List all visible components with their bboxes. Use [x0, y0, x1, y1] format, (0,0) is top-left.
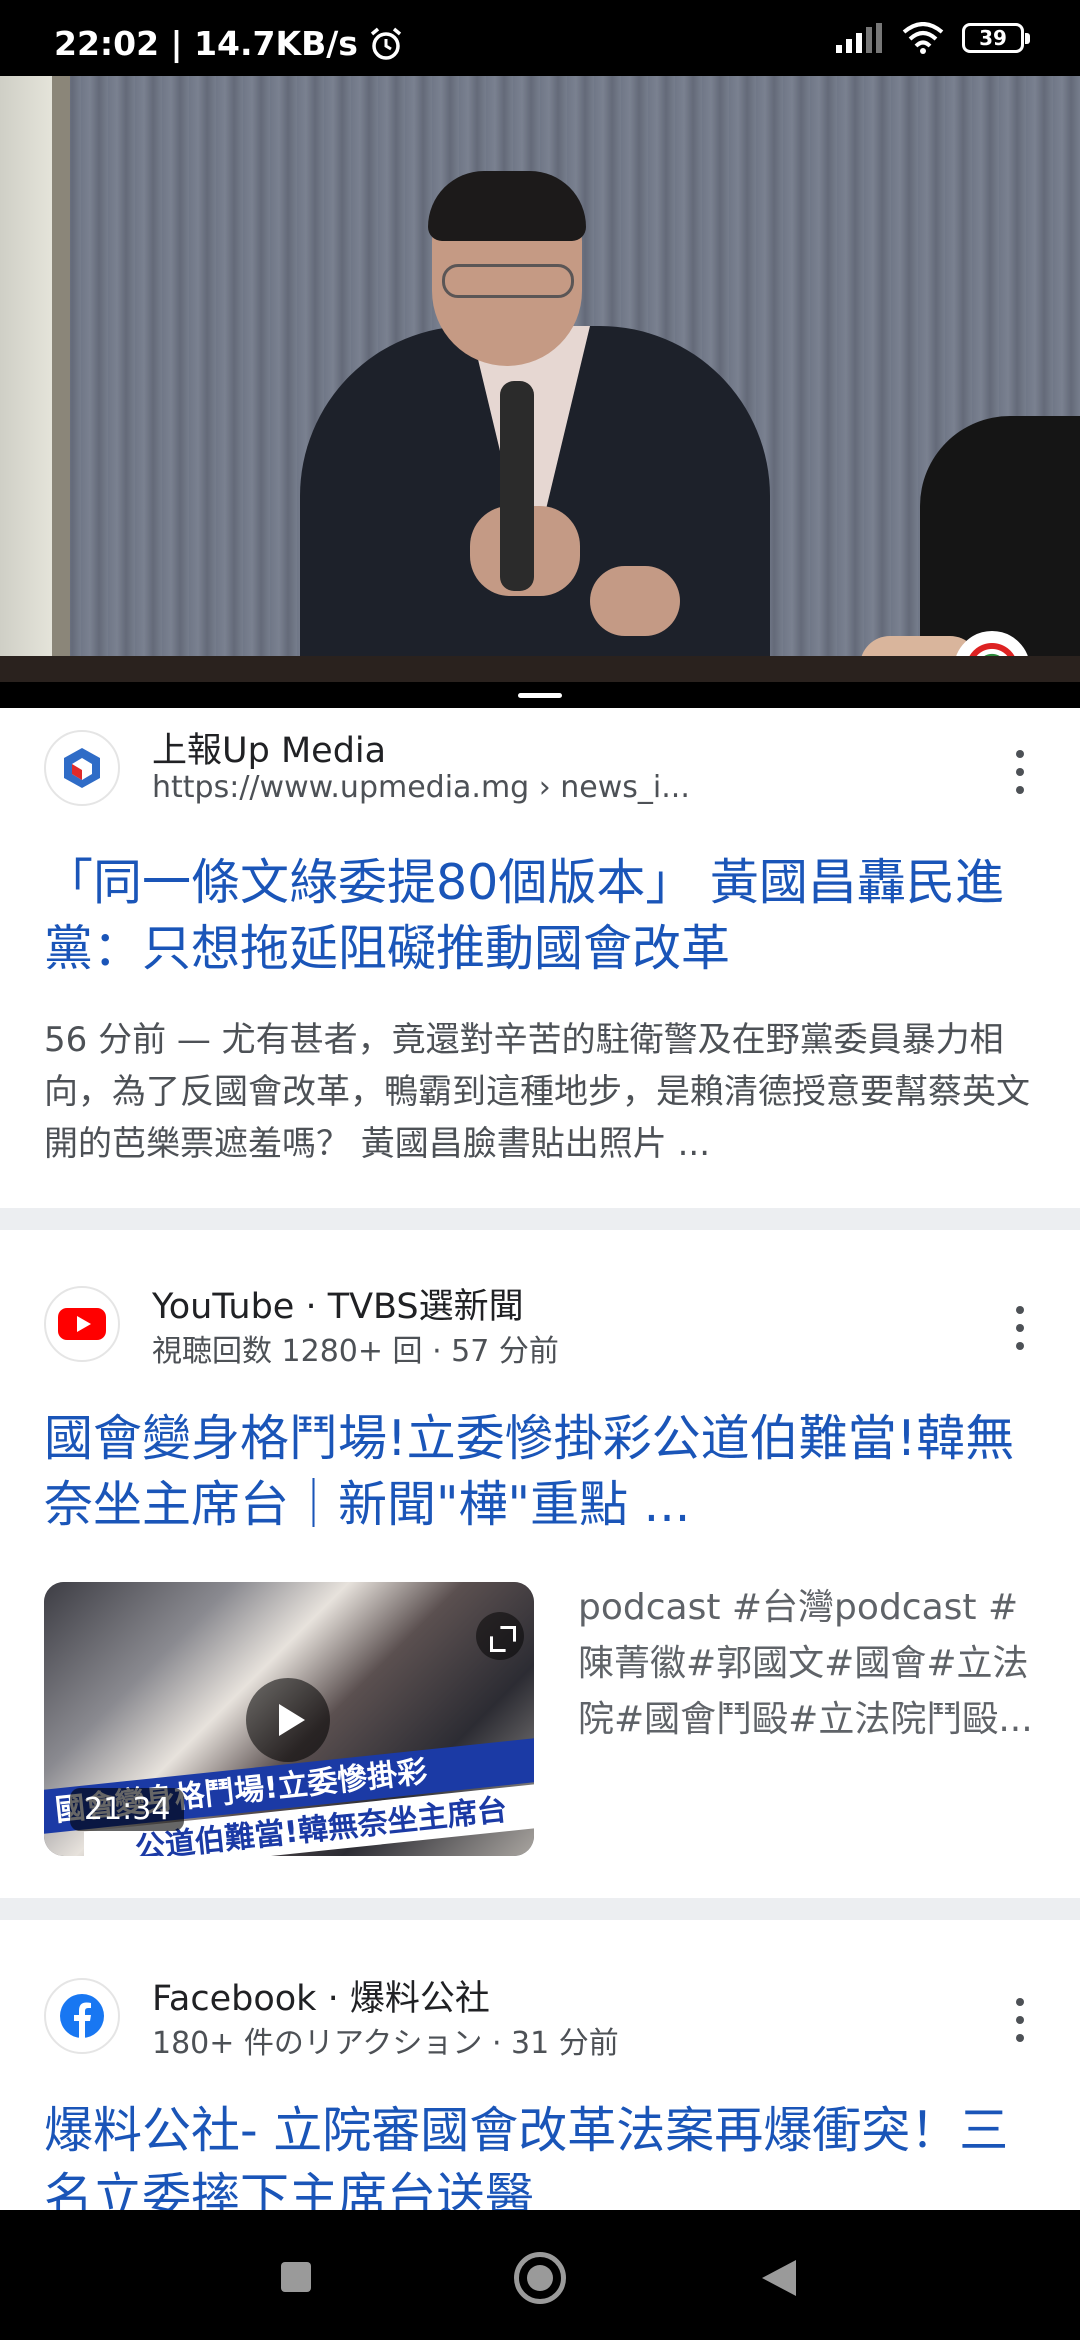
- video-thumbnail[interactable]: 國會變身格鬥場!立委慘掛彩 公道伯難當!韓無奈坐主席台 21:34: [44, 1582, 534, 1856]
- microphone: [500, 381, 534, 591]
- play-icon[interactable]: [246, 1678, 330, 1762]
- status-bar: 22:02 | 14.7KB/s 39: [0, 0, 1080, 76]
- source-name: YouTube · TVBS選新聞: [152, 1287, 524, 1327]
- source-name: 上報Up Media: [152, 731, 387, 771]
- search-result[interactable]: 上報Up Media https://www.upmedia.mg › news…: [0, 708, 1080, 1208]
- wifi-icon: [902, 22, 944, 54]
- back-button[interactable]: [762, 2260, 796, 2296]
- signal-icon: [836, 23, 882, 53]
- source-url: https://www.upmedia.mg › news_i...: [152, 770, 690, 805]
- result-title-link[interactable]: 「同一條文綠委提80個版本」 黃國昌轟民進黨：只想拖延阻礙推動國會改革: [44, 850, 1044, 982]
- video-duration: 21:34: [70, 1788, 185, 1831]
- search-result[interactable]: Facebook · 爆料公社 180+ 件のリアクション · 31 分前 爆料…: [0, 1920, 1080, 2210]
- video-player[interactable]: [0, 76, 1080, 682]
- result-snippet: 56 分前 — 尤有甚者，竟還對辛苦的駐衛警及在野黨委員暴力相向，為了反國會改革…: [44, 1020, 1030, 1164]
- divider: [0, 1898, 1080, 1920]
- divider: [0, 1208, 1080, 1230]
- recent-apps-button[interactable]: [281, 2262, 311, 2292]
- result-title-link[interactable]: 爆料公社- 立院審國會改革法案再爆衝突！三名立委摔下主席台送醫: [44, 2098, 1044, 2210]
- expand-icon[interactable]: [476, 1612, 524, 1660]
- facebook-favicon-icon: [44, 1978, 120, 2054]
- more-options-button[interactable]: [1010, 750, 1030, 794]
- drag-handle[interactable]: [518, 693, 562, 698]
- upmedia-favicon-icon: [44, 730, 120, 806]
- source-name: Facebook · 爆料公社: [152, 1979, 490, 2019]
- result-title-link[interactable]: 國會變身格鬥場!立委慘掛彩公道伯難當!韓無奈坐主席台｜新聞"樺"重點 ...: [44, 1406, 1044, 1538]
- more-options-button[interactable]: [1010, 1998, 1030, 2042]
- source-meta: 視聴回数 1280+ 回 · 57 分前: [152, 1334, 559, 1369]
- source-meta: 180+ 件のリアクション · 31 分前: [152, 2026, 619, 2061]
- battery-icon: 39: [962, 23, 1030, 53]
- youtube-favicon-icon: [44, 1286, 120, 1362]
- system-nav-bar: [0, 2210, 1080, 2340]
- home-button[interactable]: [514, 2252, 566, 2304]
- status-time-speed: 22:02 | 14.7KB/s: [54, 24, 358, 63]
- more-options-button[interactable]: [1010, 1306, 1030, 1350]
- video-description: podcast #台灣podcast #陳菁徽#郭國文#國會#立法院#國會鬥毆#…: [578, 1587, 1033, 1740]
- alarm-icon: [370, 27, 402, 60]
